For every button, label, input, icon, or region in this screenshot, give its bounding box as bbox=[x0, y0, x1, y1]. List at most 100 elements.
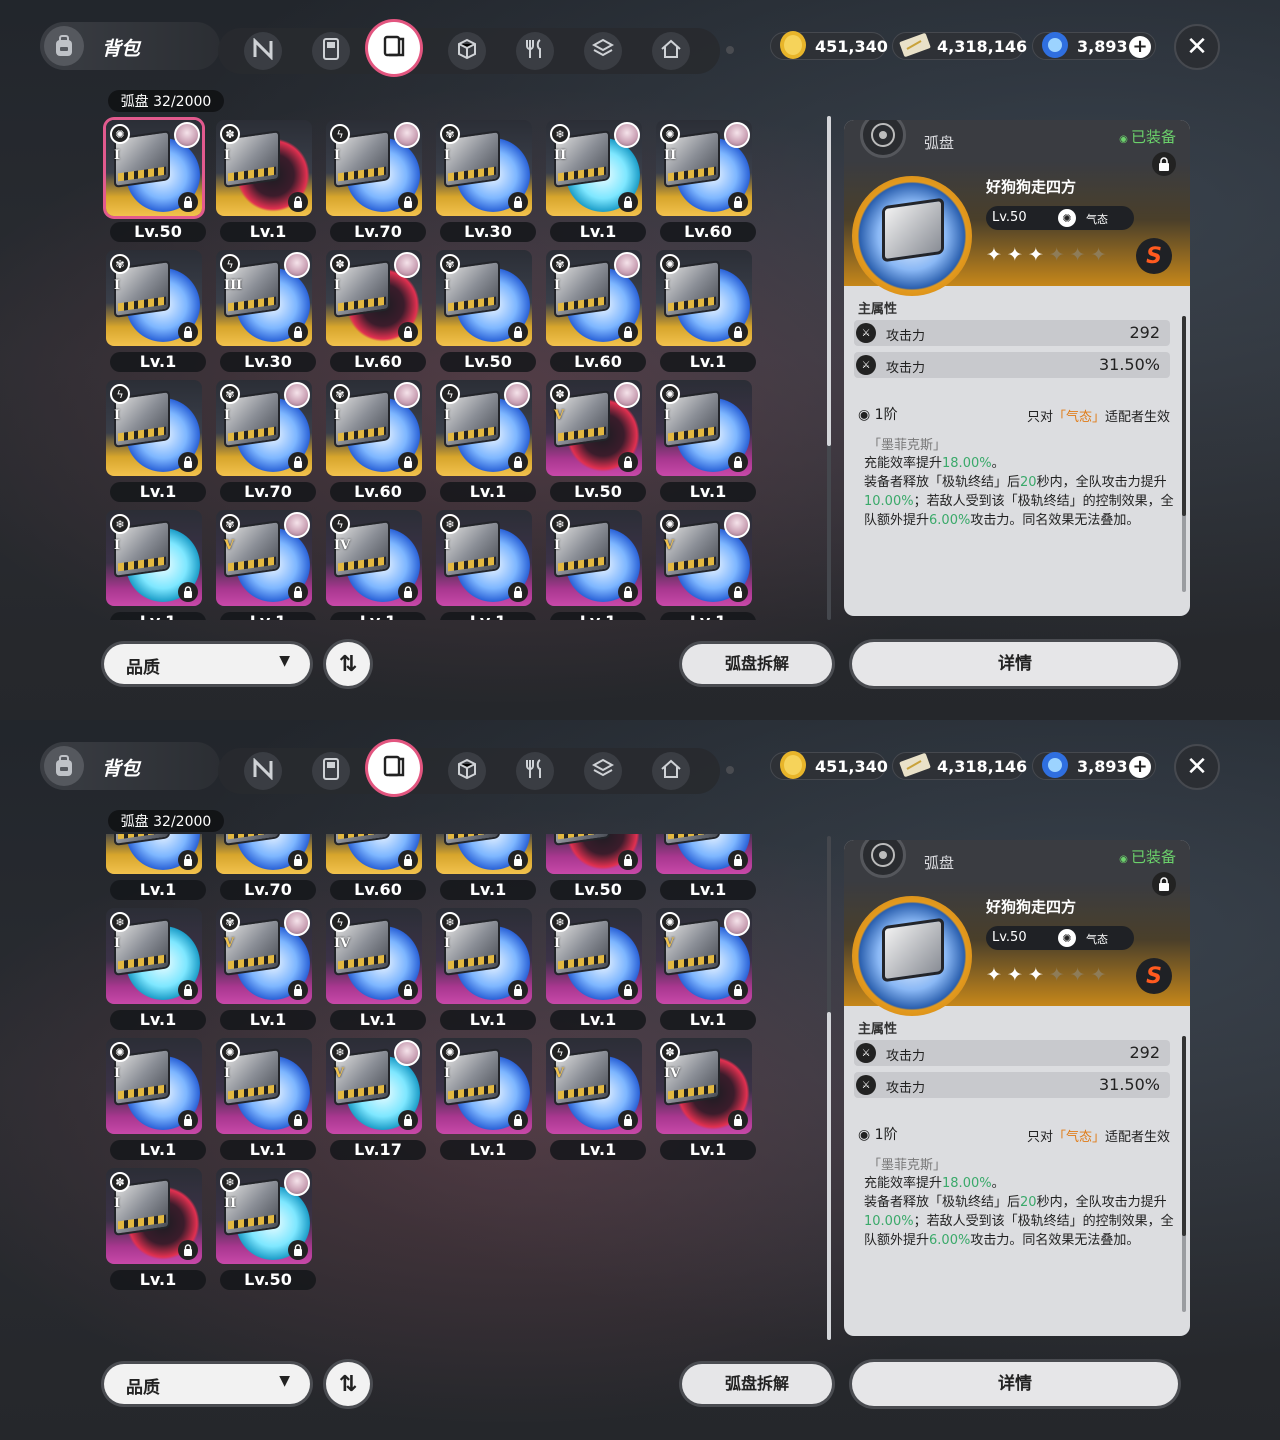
disc-card[interactable]: ❄ II Lv.1 bbox=[544, 118, 646, 244]
lock-icon[interactable] bbox=[728, 980, 748, 1000]
lock-icon[interactable] bbox=[618, 192, 638, 212]
disc-card[interactable]: ❄ILv.1 bbox=[544, 508, 646, 620]
lock-icon[interactable] bbox=[728, 452, 748, 472]
disc-card[interactable]: ϟ I Lv.70 bbox=[324, 118, 426, 244]
disc-card[interactable]: ❄ILv.1 bbox=[104, 508, 206, 620]
tab-cube[interactable] bbox=[448, 32, 486, 70]
add-currency-button[interactable]: + bbox=[1129, 756, 1151, 778]
lock-icon[interactable] bbox=[288, 1110, 308, 1130]
lock-icon[interactable] bbox=[398, 1110, 418, 1130]
disc-card[interactable]: ✾VLv.1 bbox=[214, 906, 316, 1032]
tab-fork-knife[interactable] bbox=[516, 752, 554, 790]
detail-lock-button[interactable] bbox=[1152, 152, 1176, 176]
lock-icon[interactable] bbox=[178, 1110, 198, 1130]
detail-scroll-thumb[interactable] bbox=[1182, 316, 1186, 516]
disc-card[interactable]: ✾VLv.1 bbox=[214, 508, 316, 620]
lock-icon[interactable] bbox=[508, 322, 528, 342]
disc-card[interactable]: ✾ILv.60 bbox=[324, 834, 426, 902]
lock-icon[interactable] bbox=[398, 582, 418, 602]
disc-card[interactable]: ✽V Lv.50 bbox=[544, 834, 646, 902]
lock-icon[interactable] bbox=[618, 322, 638, 342]
disc-card[interactable]: ✾ILv.60 bbox=[324, 378, 426, 504]
lock-icon[interactable] bbox=[288, 192, 308, 212]
dismantle-button[interactable]: 弧盘拆解 bbox=[682, 1364, 832, 1404]
lock-icon[interactable] bbox=[508, 582, 528, 602]
disc-card[interactable]: ❄ V Lv.17 bbox=[324, 1036, 426, 1162]
dismantle-button[interactable]: 弧盘拆解 bbox=[682, 644, 832, 684]
disc-card[interactable]: ✾ILv.60 bbox=[544, 248, 646, 374]
lock-icon[interactable] bbox=[178, 322, 198, 342]
disc-card[interactable]: ϟI Lv.1 bbox=[434, 378, 536, 504]
details-button[interactable]: 详情 bbox=[852, 642, 1178, 686]
disc-card[interactable]: ✺ILv.1 bbox=[654, 248, 756, 374]
disc-card[interactable]: ✽ I Lv.1 bbox=[214, 118, 316, 244]
lock-icon[interactable] bbox=[288, 1240, 308, 1260]
grid-scroll-thumb[interactable] bbox=[827, 116, 831, 446]
disc-card[interactable]: ϟI Lv.1 bbox=[104, 834, 206, 902]
sort-quality-dropdown[interactable]: 品质 ▼ bbox=[104, 1364, 310, 1404]
disc-card[interactable]: ϟI Lv.1 bbox=[434, 834, 536, 902]
lock-icon[interactable] bbox=[728, 322, 748, 342]
disc-card[interactable]: ✺ILv.1 bbox=[654, 834, 756, 902]
lock-icon[interactable] bbox=[618, 582, 638, 602]
lock-icon[interactable] bbox=[508, 452, 528, 472]
detail-lock-button[interactable] bbox=[1152, 872, 1176, 896]
lock-icon[interactable] bbox=[178, 1240, 198, 1260]
disc-card[interactable]: ✺VLv.1 bbox=[654, 906, 756, 1032]
disc-card[interactable]: ϟ III Lv.30 bbox=[214, 248, 316, 374]
tab-n-logo[interactable] bbox=[244, 32, 282, 70]
disc-card[interactable]: ✺ II Lv.60 bbox=[654, 118, 756, 244]
tab-disc-book[interactable] bbox=[368, 742, 420, 794]
tab-disc-book[interactable] bbox=[368, 22, 420, 74]
tab-gameboy[interactable] bbox=[312, 752, 350, 790]
lock-icon[interactable] bbox=[178, 452, 198, 472]
disc-card[interactable]: ϟ IV Lv.1 bbox=[324, 906, 426, 1032]
details-button[interactable]: 详情 bbox=[852, 1362, 1178, 1406]
disc-card[interactable]: ✽ IV Lv.1 bbox=[654, 1036, 756, 1162]
disc-card[interactable]: ϟ IV Lv.1 bbox=[324, 508, 426, 620]
lock-icon[interactable] bbox=[618, 452, 638, 472]
lock-icon[interactable] bbox=[508, 1110, 528, 1130]
tab-home[interactable] bbox=[652, 752, 690, 790]
lock-icon[interactable] bbox=[728, 582, 748, 602]
detail-scrollbar[interactable] bbox=[1182, 316, 1186, 592]
disc-card[interactable]: ❄ II Lv.50 bbox=[214, 1166, 316, 1292]
lock-icon[interactable] bbox=[288, 452, 308, 472]
close-button[interactable]: ✕ bbox=[1174, 24, 1220, 70]
lock-icon[interactable] bbox=[178, 582, 198, 602]
sort-order-button[interactable]: ⇅ bbox=[326, 1362, 370, 1406]
disc-card[interactable]: ✺VLv.1 bbox=[654, 508, 756, 620]
disc-card[interactable]: ✽ I Lv.1 bbox=[104, 1166, 206, 1292]
disc-card[interactable]: ✾I Lv.70 bbox=[214, 834, 316, 902]
lock-icon[interactable] bbox=[178, 980, 198, 1000]
disc-card[interactable]: ✾ I Lv.50 bbox=[434, 248, 536, 374]
lock-icon[interactable] bbox=[508, 850, 528, 870]
disc-card[interactable]: ✺ILv.1 bbox=[434, 1036, 536, 1162]
disc-card[interactable]: ✺ILv.1 bbox=[104, 1036, 206, 1162]
tab-home[interactable] bbox=[652, 32, 690, 70]
tab-n-logo[interactable] bbox=[244, 752, 282, 790]
lock-icon[interactable] bbox=[398, 850, 418, 870]
sort-quality-dropdown[interactable]: 品质 ▼ bbox=[104, 644, 310, 684]
lock-icon[interactable] bbox=[728, 850, 748, 870]
disc-card[interactable]: ✺ILv.1 bbox=[214, 1036, 316, 1162]
disc-card[interactable]: ϟI Lv.1 bbox=[104, 378, 206, 504]
close-button[interactable]: ✕ bbox=[1174, 744, 1220, 790]
disc-card[interactable]: ✺ILv.1 bbox=[654, 378, 756, 504]
tab-gameboy[interactable] bbox=[312, 32, 350, 70]
lock-icon[interactable] bbox=[728, 192, 748, 212]
lock-icon[interactable] bbox=[288, 582, 308, 602]
lock-icon[interactable] bbox=[398, 322, 418, 342]
detail-scroll-thumb[interactable] bbox=[1182, 1036, 1186, 1236]
add-currency-button[interactable]: + bbox=[1129, 36, 1151, 58]
lock-icon[interactable] bbox=[618, 980, 638, 1000]
disc-card[interactable]: ❄ILv.1 bbox=[434, 906, 536, 1032]
lock-icon[interactable] bbox=[398, 980, 418, 1000]
lock-icon[interactable] bbox=[178, 850, 198, 870]
disc-card[interactable]: ✽ I Lv.60 bbox=[324, 248, 426, 374]
disc-card[interactable]: ❄ILv.1 bbox=[434, 508, 536, 620]
disc-card[interactable]: ❄ILv.1 bbox=[544, 906, 646, 1032]
tab-cube-outline[interactable] bbox=[584, 32, 622, 70]
disc-card[interactable]: ❄ILv.1 bbox=[104, 906, 206, 1032]
lock-icon[interactable] bbox=[618, 1110, 638, 1130]
